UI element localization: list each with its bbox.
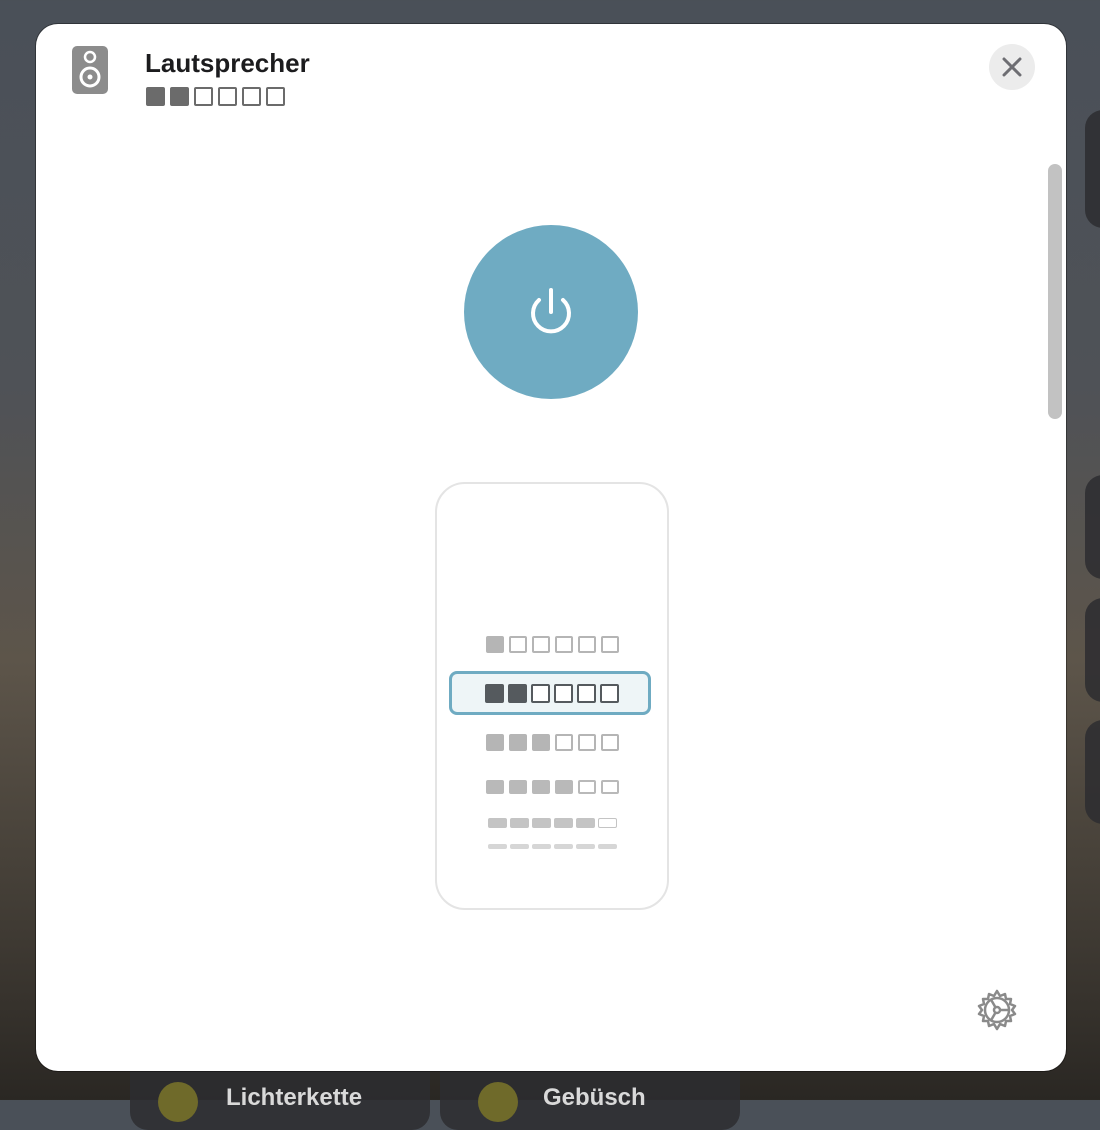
level-segment: [600, 684, 619, 703]
gear-icon[interactable]: [974, 988, 1020, 1034]
level-segment: [577, 684, 596, 703]
volume-level-picker[interactable]: [435, 482, 669, 910]
level-segment: [531, 780, 550, 794]
level-segment: [485, 636, 504, 653]
level-segment: [485, 684, 504, 703]
level-segment: [553, 844, 573, 849]
background-card: [1085, 475, 1100, 579]
tile-icon: [478, 1082, 518, 1122]
tile-label: Gebüsch: [543, 1084, 646, 1111]
power-icon: [531, 288, 571, 334]
level-segment: [575, 818, 595, 828]
level-segment: [487, 844, 507, 849]
level-segment: [487, 818, 507, 828]
level-segment: [146, 87, 165, 106]
level-segment: [509, 818, 529, 828]
tile-label: Lichterkette: [226, 1084, 363, 1111]
level-segment: [170, 87, 189, 106]
level-segment: [577, 734, 596, 751]
background-card: [1085, 110, 1100, 228]
level-segment: [531, 818, 551, 828]
close-icon: [1002, 57, 1022, 77]
level-option-5[interactable]: [437, 818, 667, 828]
scrollbar[interactable]: [1048, 164, 1062, 419]
level-segment: [577, 636, 596, 653]
tile-icon: [158, 1082, 198, 1122]
level-segment: [600, 636, 619, 653]
level-option-2[interactable]: [437, 684, 667, 703]
device-dialog: Lautsprecher: [36, 24, 1066, 1071]
current-level-indicator: [146, 87, 285, 106]
level-segment: [575, 844, 595, 849]
background-card: [1085, 598, 1100, 702]
level-segment: [485, 780, 504, 794]
level-segment: [218, 87, 237, 106]
level-segment: [554, 734, 573, 751]
level-option-4[interactable]: [437, 780, 667, 794]
power-button[interactable]: [464, 225, 638, 399]
level-segment: [508, 636, 527, 653]
level-segment: [597, 844, 617, 849]
level-segment: [194, 87, 213, 106]
level-segment: [242, 87, 261, 106]
level-segment: [577, 780, 596, 794]
level-segment: [531, 734, 550, 751]
level-segment: [485, 734, 504, 751]
level-segment: [600, 734, 619, 751]
level-segment: [553, 818, 573, 828]
level-segment: [554, 780, 573, 794]
close-button[interactable]: [989, 44, 1035, 90]
speaker-icon: [72, 46, 108, 94]
level-segment: [554, 684, 573, 703]
background-card: [1085, 720, 1100, 824]
level-segment: [531, 844, 551, 849]
level-segment: [266, 87, 285, 106]
level-segment: [508, 734, 527, 751]
device-title: Lautsprecher: [145, 48, 310, 78]
level-segment: [508, 780, 527, 794]
level-segment: [597, 818, 617, 828]
level-segment: [508, 684, 527, 703]
level-segment: [509, 844, 529, 849]
level-option-3[interactable]: [437, 734, 667, 751]
level-option-1[interactable]: [437, 636, 667, 653]
level-segment: [554, 636, 573, 653]
level-segment: [531, 636, 550, 653]
level-segment: [600, 780, 619, 794]
level-option-6[interactable]: [437, 844, 667, 849]
level-segment: [531, 684, 550, 703]
